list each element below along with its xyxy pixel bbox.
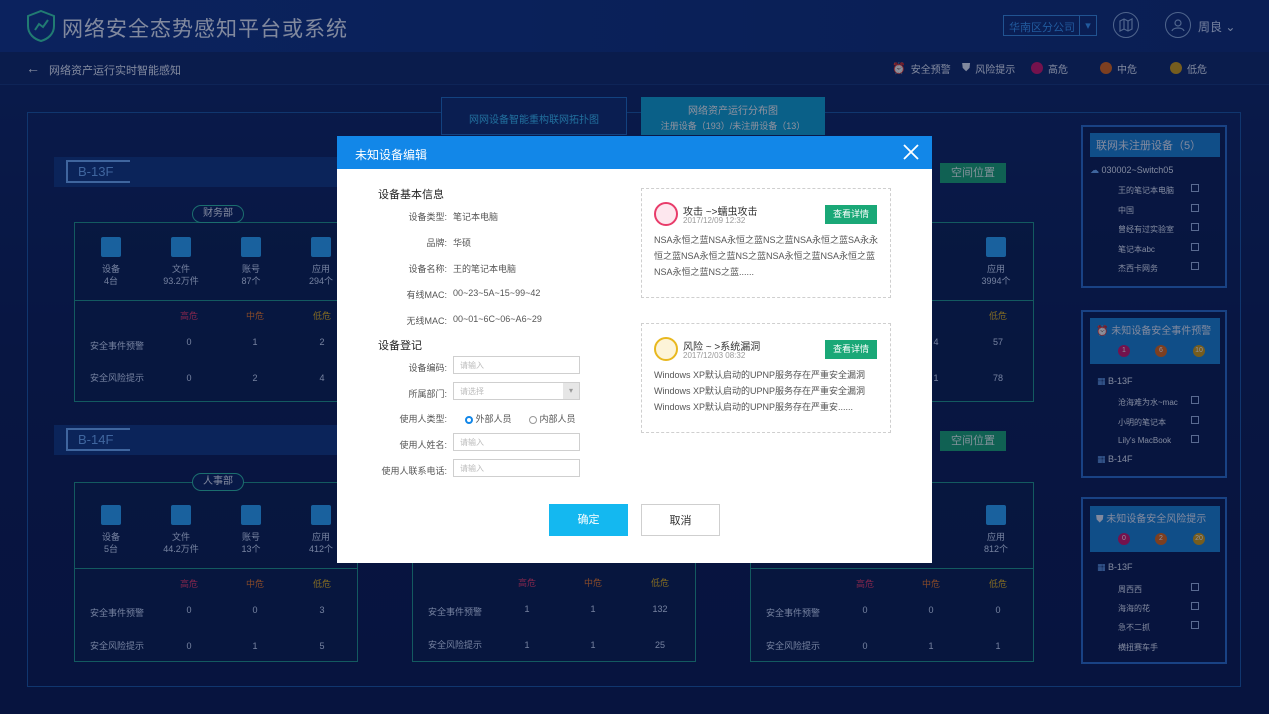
close-icon[interactable]	[902, 143, 920, 161]
risk-body: Windows XP默认启动的UPNP服务存在严重安全漏洞 Windows XP…	[654, 370, 866, 412]
shield-icon	[654, 337, 678, 361]
modal-title: 未知设备编辑	[337, 136, 932, 169]
confirm-button[interactable]: 确定	[549, 504, 628, 536]
field-value: 王的笔记本电脑	[453, 264, 517, 274]
radio-internal[interactable]: 内部人员	[529, 412, 576, 425]
risk-date: 2017/12/03 08:32	[683, 351, 746, 360]
risk-card: 风险 ~ >系统漏洞 2017/12/03 08:32 查看详情 Windows…	[641, 323, 891, 433]
dept-select[interactable]: 请选择 ▾	[453, 382, 580, 400]
radio-unchecked-icon	[529, 415, 537, 424]
registration-title: 设备登记	[378, 340, 422, 352]
field-value: 华硕	[453, 238, 472, 248]
field-label: 设备类型:	[408, 212, 447, 222]
view-detail-button[interactable]: 查看详情	[825, 340, 877, 359]
radio-checked-icon	[465, 415, 473, 424]
username-label: 使用人姓名:	[399, 440, 447, 450]
field-value: 笔记本电脑	[453, 212, 499, 222]
usertype-label: 使用人类型:	[399, 414, 447, 424]
dept-label: 所属部门:	[408, 389, 447, 399]
field-label: 设备名称:	[408, 264, 447, 274]
field-value: 00~23~5A~15~99~42	[453, 288, 541, 298]
field-label: 品牌:	[426, 238, 447, 248]
field-label: 无线MAC:	[406, 316, 447, 326]
app-root: 网络安全态势感知平台或系统 华南区分公司 ▾ 周良 ⌄ ← 网络资产运行实时智能感…	[0, 0, 1269, 714]
phone-input[interactable]: 请输入	[453, 459, 580, 477]
view-detail-button[interactable]: 查看详情	[825, 205, 877, 224]
attack-card: 攻击 ~>蠕虫攻击 2017/12/09 12:32 查看详情 NSA永恒之蓝N…	[641, 188, 891, 298]
attack-date: 2017/12/09 12:32	[683, 216, 746, 225]
device-code-input[interactable]: 请输入	[453, 356, 580, 374]
alarm-icon	[654, 202, 678, 226]
device-edit-modal: 未知设备编辑 设备基本信息 设备类型: 笔记本电脑 品牌: 华硕 设备名称: 王…	[337, 136, 932, 563]
field-label: 有线MAC:	[406, 290, 447, 300]
basic-info-title: 设备基本信息	[378, 189, 444, 201]
attack-body: NSA永恒之蓝NSA永恒之蓝NS之蓝NSA永恒之蓝SA永永恒之蓝NSA永恒之蓝N…	[654, 235, 879, 277]
username-input[interactable]: 请输入	[453, 433, 580, 451]
chevron-down-icon: ▾	[563, 383, 579, 399]
cancel-button[interactable]: 取消	[641, 504, 720, 536]
radio-external[interactable]: 外部人员	[465, 412, 512, 425]
code-label: 设备编码:	[408, 363, 447, 373]
phone-label: 使用人联系电话:	[381, 466, 447, 476]
field-value: 00~01~6C~06~A6~29	[453, 314, 542, 324]
